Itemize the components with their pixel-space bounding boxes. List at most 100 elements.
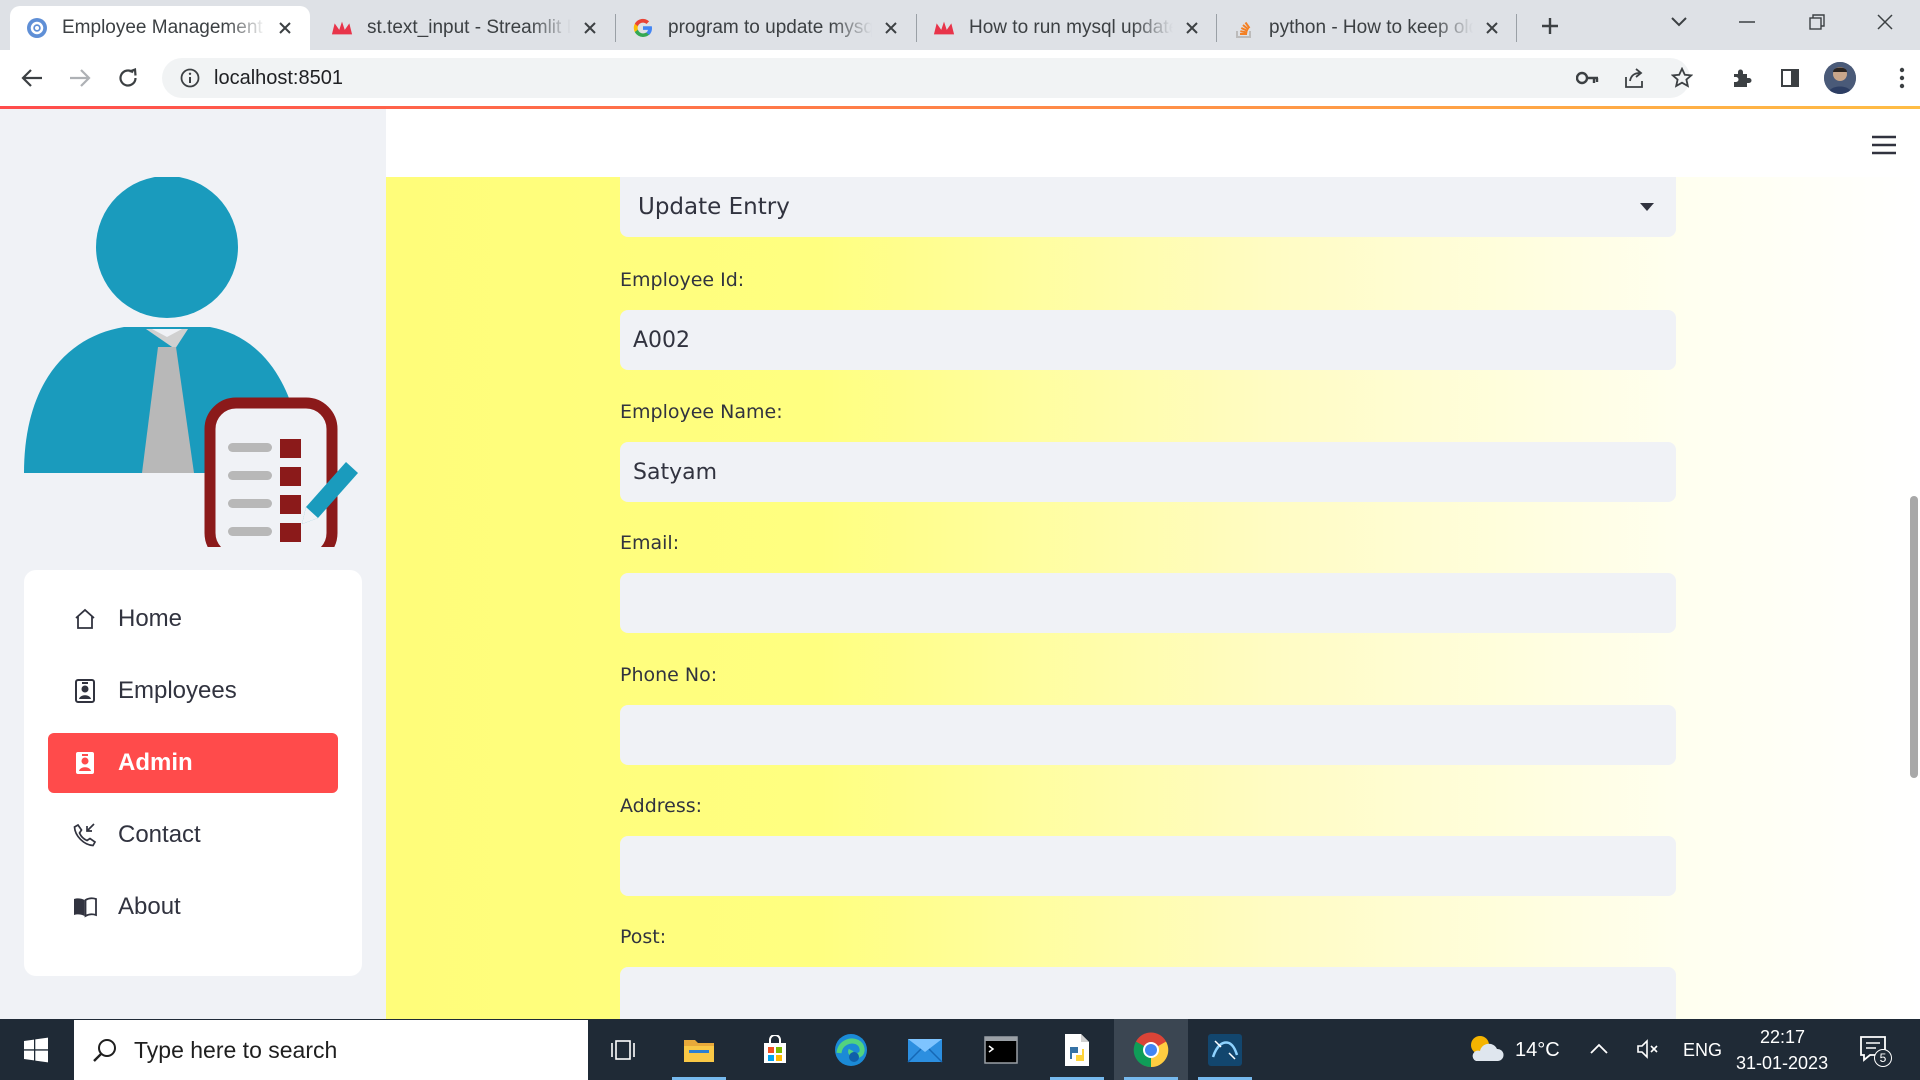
tab-search-button[interactable]: [1644, 0, 1714, 44]
action-select-value: Update Entry: [638, 194, 790, 220]
folder-icon: [684, 1039, 714, 1062]
taskbar-chrome[interactable]: [1114, 1019, 1188, 1080]
start-button[interactable]: [0, 1019, 72, 1080]
tab-title: python - How to keep old values: [1269, 17, 1473, 38]
url-text: localhost:8501: [214, 66, 343, 89]
person-badge-icon: [72, 678, 98, 704]
action-select[interactable]: Update Entry: [620, 177, 1676, 237]
close-icon: [1877, 14, 1893, 30]
chevron-down-icon: [1671, 17, 1687, 27]
taskbar-command-prompt[interactable]: [964, 1019, 1038, 1080]
taskbar-python-idle[interactable]: [1040, 1019, 1114, 1080]
app-header: [386, 109, 1920, 177]
menu-item-label: Contact: [118, 821, 201, 848]
share-icon: [1625, 68, 1643, 88]
restore-button[interactable]: [1782, 0, 1852, 44]
new-tab-button[interactable]: [1530, 8, 1570, 44]
minimize-icon: [1739, 21, 1755, 23]
taskbar-mail[interactable]: [888, 1019, 962, 1080]
weather-icon[interactable]: [1466, 1033, 1504, 1065]
browser-tab-bar: Employee Management System st.text_input…: [0, 0, 1920, 50]
clock-date[interactable]: 31-01-2023: [1736, 1053, 1828, 1074]
close-tab-icon[interactable]: [1481, 17, 1503, 39]
extensions-button[interactable]: [1722, 58, 1762, 98]
post-input[interactable]: [620, 967, 1676, 1019]
employee-name-label: Employee Name:: [620, 401, 783, 423]
search-icon: [93, 1039, 116, 1062]
profile-avatar[interactable]: [1824, 62, 1856, 94]
forward-button[interactable]: [60, 58, 100, 98]
address-label: Address:: [620, 795, 703, 817]
taskbar-microsoft-store[interactable]: [738, 1019, 812, 1080]
chevron-up-icon: [1590, 1043, 1608, 1054]
show-hidden-icons-button[interactable]: [1588, 1039, 1610, 1059]
back-button[interactable]: [12, 58, 52, 98]
menu-item-about[interactable]: About: [48, 877, 338, 937]
tab-program-update-mysql[interactable]: program to update mysql table: [616, 6, 916, 50]
star-icon: [1671, 67, 1693, 88]
side-panel-button[interactable]: [1770, 58, 1810, 98]
email-label: Email:: [620, 532, 680, 554]
menu-item-label: About: [118, 893, 181, 920]
close-tab-icon[interactable]: [579, 17, 601, 39]
address-bar[interactable]: localhost:8501: [162, 58, 1690, 98]
taskbar-search[interactable]: Type here to search: [74, 1020, 588, 1080]
close-window-button[interactable]: [1850, 0, 1920, 44]
menu-item-employees[interactable]: Employees: [48, 661, 338, 721]
share-button[interactable]: [1614, 58, 1654, 98]
close-tab-icon[interactable]: [1181, 17, 1203, 39]
action-center-button[interactable]: 5: [1858, 1033, 1892, 1067]
employee-name-input[interactable]: [620, 442, 1676, 502]
employee-id-label: Employee Id:: [620, 269, 745, 291]
employee-logo-image: [24, 176, 364, 565]
restore-icon: [1809, 14, 1825, 30]
email-input[interactable]: [620, 573, 1676, 633]
tab-title: How to run mysql update query: [969, 17, 1173, 38]
windows-logo-icon: [24, 1037, 48, 1062]
arrow-left-icon: [21, 69, 42, 87]
taskbar-edge[interactable]: [814, 1019, 888, 1080]
tab-python-keep-old-values[interactable]: python - How to keep old values: [1217, 6, 1517, 50]
tab-title: st.text_input - Streamlit Docs: [367, 17, 571, 38]
menu-item-admin[interactable]: Admin: [48, 733, 338, 793]
taskbar-mysql-workbench[interactable]: [1188, 1019, 1262, 1080]
chrome-menu-button[interactable]: [1882, 58, 1920, 98]
terminal-icon: [984, 1035, 1018, 1064]
volume-button[interactable]: [1636, 1037, 1660, 1061]
task-view-icon: [611, 1039, 635, 1060]
plus-icon: [1542, 18, 1558, 34]
menu-item-home[interactable]: Home: [48, 589, 338, 649]
key-icon: [1576, 71, 1599, 85]
employee-id-input[interactable]: [620, 310, 1676, 370]
tab-employee-management[interactable]: Employee Management System: [10, 6, 310, 50]
minimize-button[interactable]: [1712, 0, 1782, 44]
tab-st-text-input[interactable]: st.text_input - Streamlit Docs: [315, 6, 615, 50]
reload-button[interactable]: [108, 58, 148, 98]
notification-count-badge: 5: [1874, 1049, 1892, 1067]
taskbar-file-explorer[interactable]: [662, 1019, 736, 1080]
streamlit-crown-icon: [331, 17, 353, 39]
close-tab-icon[interactable]: [880, 17, 902, 39]
task-view-button[interactable]: [586, 1019, 660, 1080]
password-key-button[interactable]: [1568, 58, 1608, 98]
address-input[interactable]: [620, 836, 1676, 896]
hamburger-menu-icon: [1872, 135, 1896, 155]
input-language[interactable]: ENG: [1683, 1040, 1722, 1061]
bookmark-button[interactable]: [1662, 58, 1702, 98]
house-icon: [72, 606, 98, 632]
main-content: Update Entry Employee Id: Employee Name:…: [386, 177, 1920, 1019]
tab-run-mysql-update[interactable]: How to run mysql update query: [917, 6, 1217, 50]
weather-temperature[interactable]: 14°C: [1515, 1039, 1560, 1062]
menu-item-contact[interactable]: Contact: [48, 805, 338, 865]
employee-clipboard-icon: [24, 176, 358, 565]
close-tab-icon[interactable]: [274, 17, 296, 39]
page-scrollbar[interactable]: [1910, 496, 1918, 778]
menu-item-label: Home: [118, 605, 183, 632]
phone-no-input[interactable]: [620, 705, 1676, 765]
tab-title: program to update mysql table: [668, 17, 872, 38]
main-menu-button[interactable]: [1870, 132, 1898, 158]
windows-taskbar: Type here to search 14°C ENG 22:17 31-01…: [0, 1019, 1920, 1080]
browser-toolbar: localhost:8501: [0, 50, 1920, 106]
reload-icon: [119, 67, 137, 87]
clock-time[interactable]: 22:17: [1760, 1027, 1805, 1048]
